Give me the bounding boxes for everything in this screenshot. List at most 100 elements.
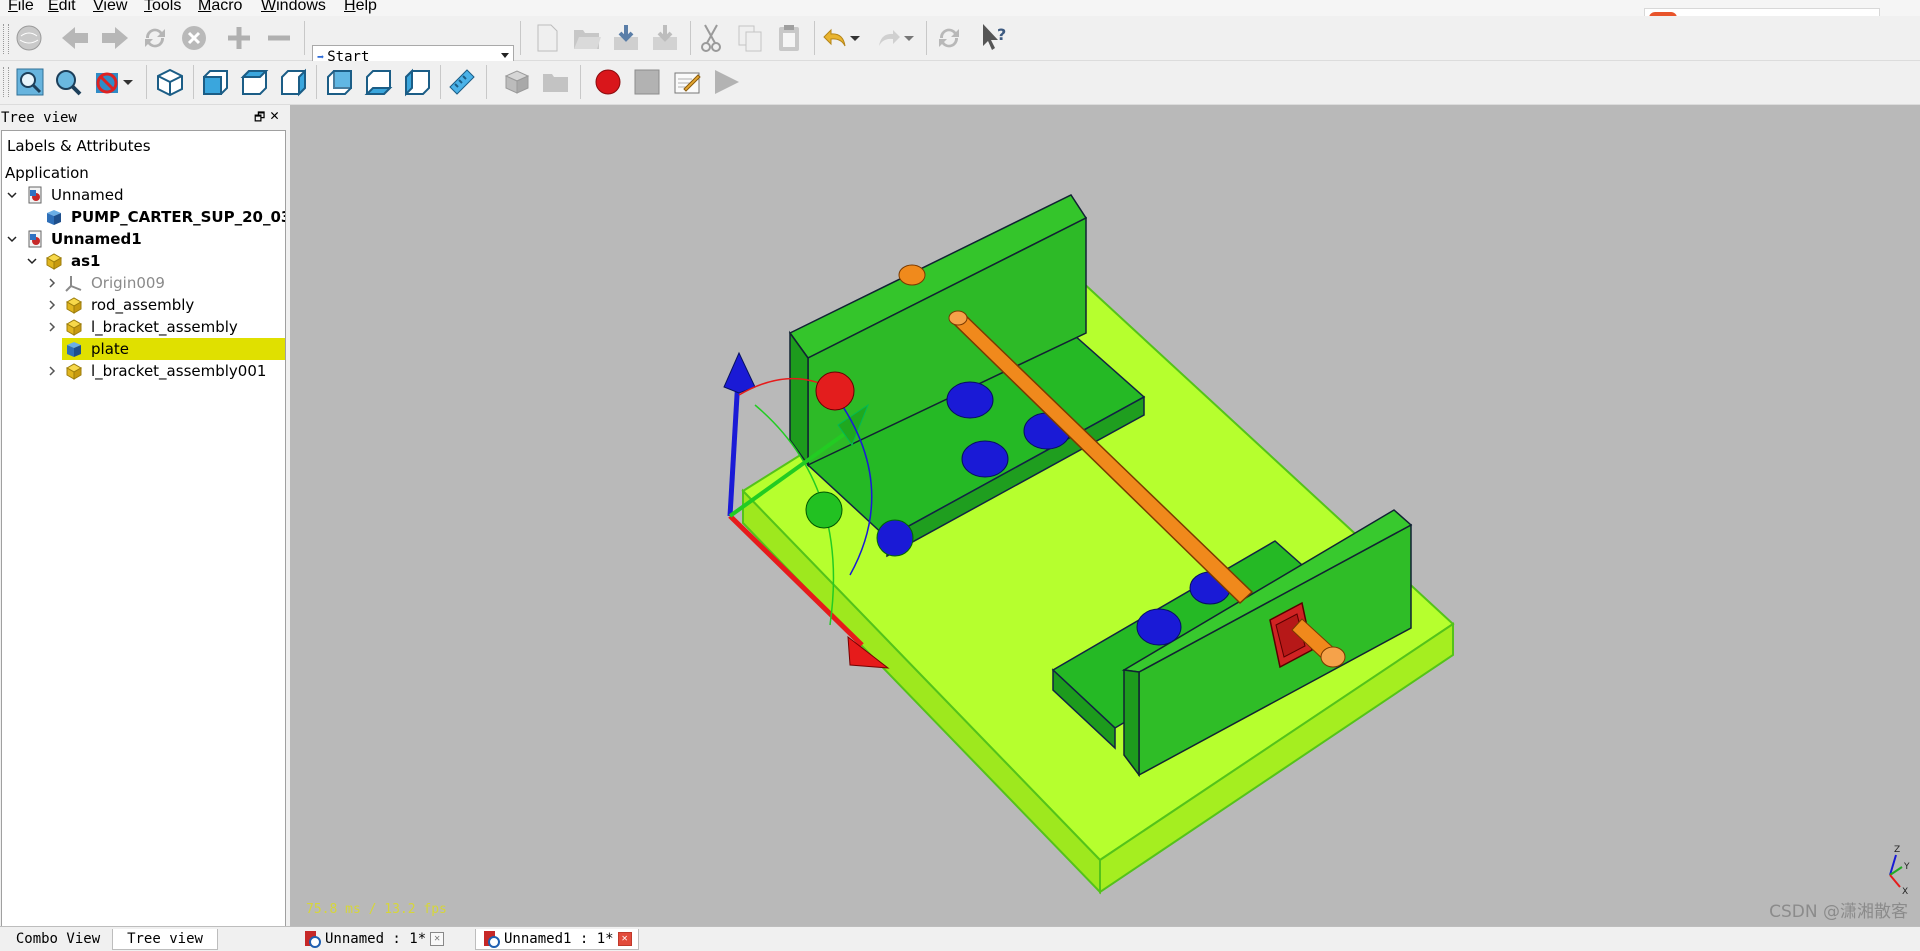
macro-play-icon[interactable] [709,65,743,99]
close-icon[interactable]: ✕ [430,932,445,946]
3d-viewport[interactable]: Z Y X 75.8 ms / 13.2 fps CSDN @潇湘散客 [290,105,1920,926]
separator [316,65,317,99]
chevron-right-icon[interactable] [47,322,57,332]
tab-combo-view[interactable]: Combo View [6,929,110,949]
forward-icon[interactable] [98,21,132,55]
chevron-down-icon[interactable] [7,234,17,244]
tree-item-rod-assembly[interactable]: rod_assembly [2,294,285,316]
axis-cross: Z Y X [1889,845,1910,897]
menu-macro[interactable]: Macro [198,0,242,15]
bolt-head[interactable] [961,440,1009,478]
tree-root-application[interactable]: Application [2,162,285,184]
menu-file[interactable]: File [8,0,34,15]
pin[interactable] [898,264,926,286]
chevron-down-icon[interactable] [27,256,37,266]
left-icon[interactable] [400,65,434,99]
separator [926,21,927,55]
assembly-icon [45,253,63,270]
menu-view[interactable]: View [93,0,127,15]
rotation-handle-x[interactable] [815,371,855,411]
freecad-document-icon [305,931,321,948]
save-icon[interactable] [609,21,643,55]
tree-item-unnamed1[interactable]: Unnamed1 [2,228,285,250]
doc-tab-unnamed[interactable]: Unnamed : 1* ✕ [303,929,445,949]
rod-stub-end [1320,646,1346,668]
menu-bar: File Edit View Tools Macro Windows Help [0,0,1920,16]
close-icon[interactable]: ✕ [270,106,279,124]
tree-item-pump-carter[interactable]: PUMP_CARTER_SUP_20_03_2 [2,206,285,228]
stop-icon[interactable] [177,21,211,55]
isometric-icon[interactable] [153,65,187,99]
bolt-head[interactable] [946,381,994,419]
redo-icon[interactable] [872,21,906,55]
close-icon[interactable]: ✕ [617,932,632,946]
tab-tree-view[interactable]: Tree view [112,929,218,950]
bolt-head[interactable] [1136,608,1182,646]
part-icon[interactable] [500,65,534,99]
svg-text:?: ? [997,25,1006,44]
tree-item-origin009[interactable]: Origin009 [2,272,285,294]
copy-icon[interactable] [733,21,767,55]
doc-tab-unnamed1[interactable]: Unnamed1 : 1* ✕ [475,929,639,950]
macro-record-icon[interactable] [591,65,625,99]
new-icon[interactable] [530,21,564,55]
menu-edit[interactable]: Edit [48,0,76,15]
open-icon[interactable] [570,21,604,55]
macro-stop-icon[interactable] [630,65,664,99]
separator [486,65,487,99]
section-label: Labels & Attributes [7,137,151,155]
menu-tools[interactable]: Tools [144,0,181,15]
front-icon[interactable] [198,65,232,99]
tree-view-panel: Tree view 🗗 ✕ Labels & Attributes Applic… [0,105,286,928]
macro-edit-icon[interactable] [670,65,704,99]
menu-help[interactable]: Help [344,0,377,15]
rotation-handle-y[interactable] [805,491,843,529]
draw-style-dropdown-icon[interactable] [121,65,135,99]
recompute-icon[interactable] [932,21,966,55]
back-icon[interactable] [58,21,92,55]
group-icon[interactable] [539,65,573,99]
z-arrow-cone[interactable] [723,351,756,394]
bottom-icon[interactable] [361,65,395,99]
zoom-in-icon[interactable] [222,21,256,55]
watermark: CSDN @潇湘散客 [1769,902,1908,922]
fps-counter: 75.8 ms / 13.2 fps [306,902,447,917]
tree-item-l-bracket-assembly001[interactable]: l_bracket_assembly001 [2,360,285,382]
fit-all-icon[interactable] [13,65,47,99]
view-toolbar [0,61,1920,105]
chevron-right-icon[interactable] [47,278,57,288]
cut-icon[interactable] [694,21,728,55]
tree-item-l-bracket-assembly[interactable]: l_bracket_assembly [2,316,285,338]
rotation-handle-z[interactable] [876,519,914,557]
part-icon [67,342,81,357]
chevron-down-icon[interactable] [7,190,17,200]
top-icon[interactable] [237,65,271,99]
save-as-icon[interactable] [648,21,682,55]
paste-icon[interactable] [772,21,806,55]
menu-windows[interactable]: Windows [261,0,326,15]
chevron-right-icon[interactable] [47,300,57,310]
redo-dropdown-icon[interactable] [902,21,916,55]
toolbar-grip[interactable] [3,67,9,97]
fit-selection-icon[interactable] [51,65,85,99]
3d-scene[interactable]: Z Y X [290,105,1920,926]
draw-style-icon[interactable] [90,65,124,99]
tree-item-as1[interactable]: as1 [2,250,285,272]
panel-header: Tree view 🗗 ✕ [0,106,286,129]
whats-this-icon[interactable]: ? [978,21,1012,55]
undo-icon[interactable] [818,21,852,55]
measure-icon[interactable] [445,65,479,99]
right-icon[interactable] [276,65,310,99]
toolbar-grip[interactable] [3,24,9,54]
chevron-right-icon[interactable] [47,366,57,376]
tree-widget[interactable]: Labels & Attributes Application Unnamed … [1,130,286,928]
web-home-icon[interactable] [12,21,46,55]
undo-dropdown-icon[interactable] [848,21,862,55]
rear-icon[interactable] [322,65,356,99]
zoom-out-icon[interactable] [262,21,296,55]
tree-item-unnamed[interactable]: Unnamed [2,184,285,206]
tree-item-plate[interactable]: plate [2,338,285,360]
refresh-icon[interactable] [138,21,172,55]
assembly-icon [65,297,83,314]
float-panel-icon[interactable]: 🗗 [254,108,265,129]
